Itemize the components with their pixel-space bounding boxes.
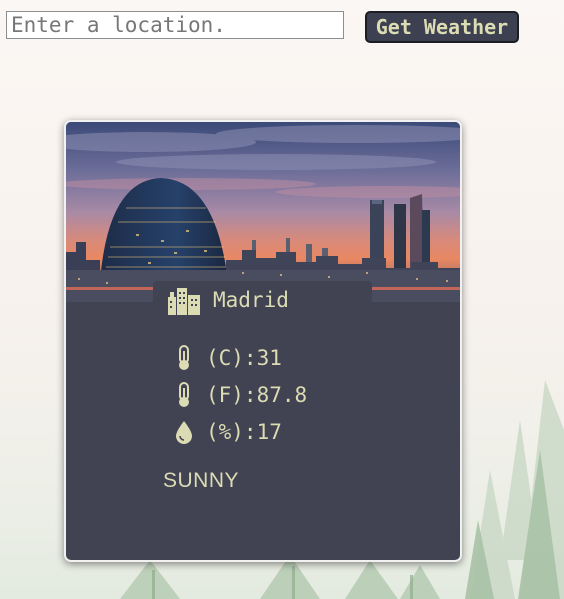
city-buildings-icon xyxy=(168,288,200,315)
location-input[interactable] xyxy=(6,11,344,39)
weather-card: Madrid (C):31 (F):87.8 (%):17 SUNNY xyxy=(64,120,462,562)
weather-condition: SUNNY xyxy=(163,469,240,492)
thermometer-icon xyxy=(179,382,189,407)
thermometer-icon xyxy=(179,345,189,370)
temperature-celsius: (C):31 xyxy=(174,344,282,372)
city-label: Madrid xyxy=(153,281,372,319)
water-drop-icon xyxy=(176,421,192,444)
get-weather-button[interactable]: Get Weather xyxy=(365,11,519,43)
city-name: Madrid xyxy=(213,288,289,312)
fahrenheit-value: (F):87.8 xyxy=(206,383,308,407)
humidity: (%):17 xyxy=(174,418,282,446)
search-bar: Get Weather xyxy=(6,11,526,45)
temperature-fahrenheit: (F):87.8 xyxy=(174,381,307,409)
humidity-value: (%):17 xyxy=(206,420,282,444)
celsius-value: (C):31 xyxy=(206,346,282,370)
city-photo xyxy=(66,122,460,302)
